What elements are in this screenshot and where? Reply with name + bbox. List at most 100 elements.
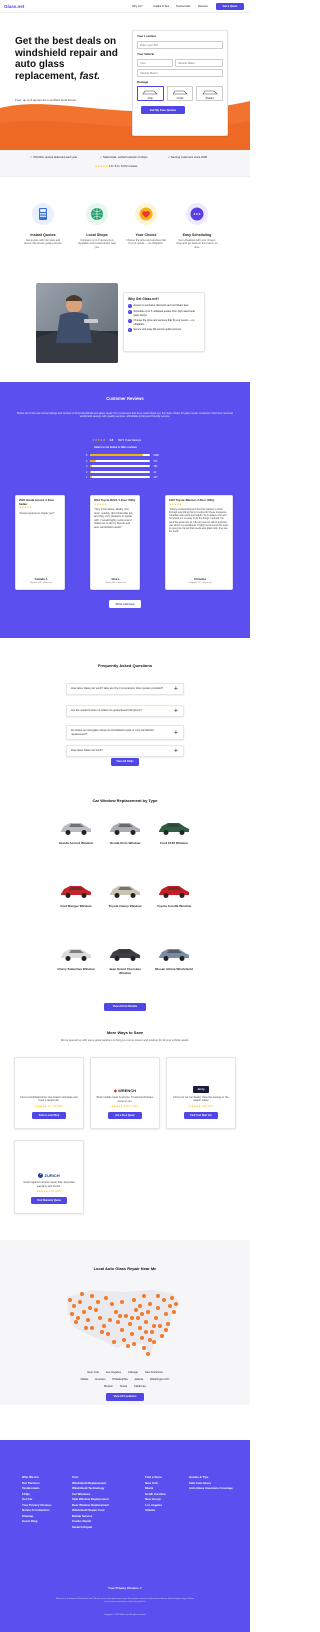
city-link[interactable]: California <box>134 1384 146 1388</box>
location-dot[interactable] <box>152 1324 156 1328</box>
location-dot[interactable] <box>156 1294 160 1298</box>
damage-option-chip[interactable]: Chip <box>137 86 164 102</box>
rating-row-3[interactable]: 3 151 <box>86 464 159 470</box>
view-all-cars-button[interactable]: View All Car Models <box>104 1003 146 1011</box>
nav-link-testimonials[interactable]: Testimonials <box>176 5 190 8</box>
city-link[interactable]: Chicago <box>128 1370 138 1374</box>
location-dot[interactable] <box>146 1352 150 1356</box>
location-dot[interactable] <box>100 1330 104 1334</box>
city-link[interactable]: Washington DC <box>150 1377 169 1381</box>
footer-link[interactable]: Side Window Replacement <box>72 1497 109 1503</box>
location-dot[interactable] <box>68 1298 72 1302</box>
location-dot[interactable] <box>114 1310 118 1314</box>
location-dot[interactable] <box>128 1322 132 1326</box>
location-dot[interactable] <box>164 1312 168 1316</box>
location-dot[interactable] <box>116 1320 120 1324</box>
car-model-item[interactable]: Jeep Grand Cherokee Window <box>104 943 146 975</box>
location-dot[interactable] <box>120 1328 124 1332</box>
car-model-item[interactable]: Toyota Corolla Window <box>153 880 195 908</box>
view-all-locations-button[interactable]: View All Locations <box>106 1393 144 1401</box>
location-dot[interactable] <box>150 1330 154 1334</box>
city-link[interactable]: Boston <box>104 1384 113 1388</box>
location-dot[interactable] <box>146 1310 150 1314</box>
year-select[interactable]: Year <box>137 58 173 67</box>
location-dot[interactable] <box>152 1340 156 1344</box>
location-dot[interactable] <box>94 1308 98 1312</box>
location-dot[interactable] <box>164 1328 168 1332</box>
partner-cta-4[interactable]: Find Warranty Quote <box>31 1197 67 1205</box>
nav-link-guides[interactable]: Guides & Tips <box>153 5 169 8</box>
car-model-item[interactable]: Honda Civic Window <box>104 817 146 845</box>
nav-quote-button[interactable]: Get a Quote <box>216 3 244 10</box>
location-dot[interactable] <box>102 1324 106 1328</box>
location-dot[interactable] <box>122 1338 126 1342</box>
car-model-item[interactable]: Ford F150 Window <box>153 817 195 845</box>
location-dot[interactable] <box>104 1296 108 1300</box>
location-dot[interactable] <box>76 1316 80 1320</box>
footer-link[interactable]: Atlanta <box>145 1508 166 1514</box>
location-dot[interactable] <box>130 1316 134 1320</box>
footer-link[interactable]: Guest Blog <box>22 1519 52 1525</box>
location-dot[interactable] <box>106 1332 110 1336</box>
location-dot[interactable] <box>140 1336 144 1340</box>
location-dot[interactable] <box>124 1314 128 1318</box>
location-dot[interactable] <box>98 1316 102 1320</box>
location-dot[interactable] <box>136 1316 140 1320</box>
car-model-item[interactable]: Honda Accord Window <box>55 817 97 845</box>
view-all-faqs-button[interactable]: View All FAQs <box>111 758 139 766</box>
location-dot[interactable] <box>80 1292 84 1296</box>
footer-link[interactable]: Windshield Technology <box>72 1486 109 1492</box>
partner-cta-3[interactable]: Find Your Next Car <box>184 1111 218 1119</box>
location-dot[interactable] <box>140 1312 144 1316</box>
rating-row-5[interactable]: 5 6100 <box>86 453 159 459</box>
location-dot[interactable] <box>134 1308 138 1312</box>
faq-item-1[interactable]: How does Glass.net work? How are the 3 c… <box>66 683 184 695</box>
location-dot[interactable] <box>72 1304 76 1308</box>
location-dot[interactable] <box>112 1340 116 1344</box>
location-dot[interactable] <box>70 1312 74 1316</box>
location-dot[interactable] <box>158 1324 162 1328</box>
location-dot[interactable] <box>86 1318 90 1322</box>
write-review-button[interactable]: Write a Review <box>109 600 141 608</box>
location-dot[interactable] <box>84 1326 88 1330</box>
location-dot[interactable] <box>90 1294 94 1298</box>
location-dot[interactable] <box>142 1294 146 1298</box>
city-link[interactable]: Los Angeles <box>106 1370 121 1374</box>
city-link[interactable]: Houston <box>95 1377 105 1381</box>
location-dot[interactable] <box>144 1320 148 1324</box>
get-quotes-button[interactable]: Get My Free Quotes <box>141 106 185 115</box>
location-dot[interactable] <box>110 1302 114 1306</box>
location-dot[interactable] <box>90 1326 94 1330</box>
location-dot[interactable] <box>162 1298 166 1302</box>
location-dot[interactable] <box>138 1304 142 1308</box>
city-link[interactable]: Texas <box>120 1384 127 1388</box>
location-dot[interactable] <box>142 1346 146 1350</box>
location-dot[interactable] <box>74 1320 78 1324</box>
city-link[interactable]: San Francisco <box>145 1370 163 1374</box>
car-model-item[interactable]: Nissan Altima Windshield <box>153 943 195 971</box>
footer-link[interactable]: Windshield Repair Cost <box>72 1508 109 1514</box>
city-link[interactable]: Dallas <box>81 1377 89 1381</box>
nav-link-reviews[interactable]: Reviews <box>198 5 208 8</box>
location-dot[interactable] <box>82 1310 86 1314</box>
location-dot[interactable] <box>138 1326 142 1330</box>
footer-link[interactable]: Auto Glass Insurance Coverage <box>189 1486 233 1492</box>
faq-item-4[interactable]: How does Glass.net work? + <box>66 745 184 757</box>
location-dot[interactable] <box>172 1310 176 1314</box>
location-dot[interactable] <box>78 1300 82 1304</box>
city-link[interactable]: Atlanta <box>134 1377 143 1381</box>
location-dot[interactable] <box>156 1306 160 1310</box>
location-dot[interactable] <box>154 1316 158 1320</box>
location-dot[interactable] <box>166 1322 170 1326</box>
site-logo[interactable]: Glass.net <box>4 4 24 10</box>
nav-link-why[interactable]: Why Us? <box>132 5 143 8</box>
footer-privacy-link[interactable]: Your Privacy Choices ✔ <box>0 1586 250 1591</box>
location-dot[interactable] <box>108 1318 112 1322</box>
location-dot[interactable] <box>144 1330 148 1334</box>
location-dot[interactable] <box>96 1300 100 1304</box>
footer-link[interactable]: Scratch Repair <box>72 1525 109 1531</box>
faq-item-3[interactable]: Do Glass.net and glass shops do windshie… <box>66 725 184 740</box>
car-model-item[interactable]: Chevy Suburban Window <box>55 943 97 971</box>
location-dot[interactable] <box>118 1314 122 1318</box>
partner-cta-2[interactable]: Get a Free Quote <box>108 1112 142 1120</box>
